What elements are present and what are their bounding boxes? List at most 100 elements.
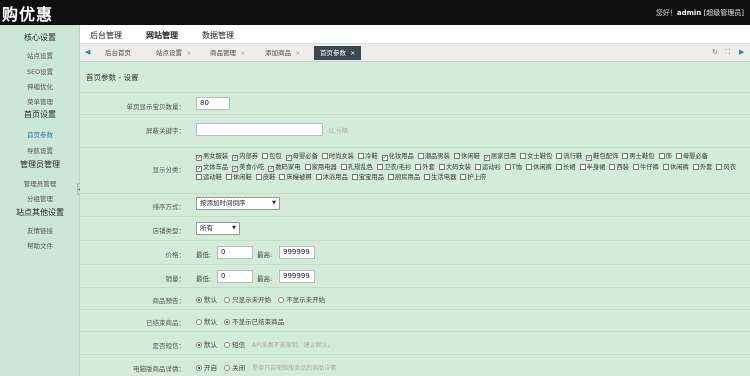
checkbox-checked-icon[interactable]: ✓ <box>285 155 292 161</box>
category-checkbox-item[interactable]: 半身裙 <box>579 163 605 174</box>
checkbox-icon[interactable] <box>658 153 665 159</box>
price-min-input[interactable]: 0 <box>217 246 253 259</box>
category-checkbox-item[interactable]: 饰 <box>658 152 672 163</box>
category-checkbox-item[interactable]: 外套 <box>415 163 435 174</box>
category-checkbox-item[interactable]: 休闲鞋 <box>454 152 480 163</box>
category-checkbox-item[interactable]: 护上府 <box>460 173 486 184</box>
category-checkbox-item[interactable]: 风衣 <box>716 163 736 174</box>
ended-option-hide[interactable]: 不显示已结束商品 <box>224 316 284 326</box>
checkbox-icon[interactable] <box>556 153 563 159</box>
checkbox-icon[interactable] <box>675 153 682 159</box>
category-checkbox-item[interactable]: 长裙 <box>555 163 576 174</box>
category-checkbox-item[interactable]: ✓ 美食小吃 <box>232 163 264 174</box>
site-logo[interactable]: 购优惠 <box>2 1 53 25</box>
tab-close-icon[interactable]: × <box>350 49 355 57</box>
preview-option-only-upcoming[interactable]: 只显示未开始 <box>224 294 271 304</box>
checkbox-icon[interactable] <box>315 174 322 181</box>
keyword-input[interactable] <box>196 123 323 136</box>
checkbox-icon[interactable] <box>424 174 431 181</box>
tab-close-icon[interactable]: × <box>240 49 245 57</box>
sidebar-item-site[interactable]: 站点设置 <box>0 50 80 60</box>
category-checkbox-item[interactable]: 牛仔裤 <box>633 163 659 174</box>
sales-max-input[interactable]: 999999 <box>279 270 315 283</box>
category-checkbox-item[interactable]: 男士鞋包 <box>622 152 655 163</box>
checkbox-icon[interactable] <box>504 163 511 170</box>
checkbox-icon[interactable] <box>415 163 422 170</box>
checkbox-checked-icon[interactable]: ✓ <box>483 155 490 161</box>
category-checkbox-item[interactable]: 生活电器 <box>424 173 456 184</box>
role-link[interactable]: [超级管理员] <box>704 9 744 17</box>
sidebar-group-core[interactable]: 核心设置 <box>0 32 80 43</box>
sidebar-item-home-params[interactable]: 首页参数 <box>0 129 80 139</box>
checkbox-icon[interactable] <box>279 174 286 181</box>
category-checkbox-item[interactable]: 母婴必备 <box>675 152 708 163</box>
category-checkbox-item[interactable]: ✓ 化妆用品 <box>381 152 414 163</box>
pc-option-on[interactable]: 开启 <box>196 362 217 372</box>
category-checkbox-item[interactable]: 女士鞋包 <box>520 152 552 163</box>
category-checkbox-item[interactable]: 休闲裤 <box>526 163 552 174</box>
checkbox-icon[interactable] <box>255 174 262 181</box>
fullscreen-icon[interactable]: ⛶ <box>725 48 730 57</box>
checkbox-checked-icon[interactable]: ✓ <box>232 155 239 161</box>
checkbox-checked-icon[interactable]: ✓ <box>268 165 275 172</box>
checkbox-checked-icon[interactable]: ✓ <box>196 165 202 172</box>
checkbox-icon[interactable] <box>321 153 328 159</box>
category-checkbox-item[interactable]: 包包 <box>262 152 282 163</box>
price-max-input[interactable]: 999999 <box>279 246 315 259</box>
category-checkbox-item[interactable]: 大码女装 <box>438 163 471 174</box>
checkbox-icon[interactable] <box>633 163 640 170</box>
tab-close-icon[interactable]: × <box>186 49 191 57</box>
checkbox-icon[interactable] <box>225 174 232 181</box>
tab-next-icon[interactable]: ▶ <box>739 48 744 56</box>
category-checkbox-item[interactable]: 休闲裤 <box>662 163 689 174</box>
category-checkbox-item[interactable]: 运动衫 <box>475 163 501 174</box>
checkbox-icon[interactable] <box>609 163 616 170</box>
sidebar-item-group[interactable]: 分组管理 <box>0 193 80 203</box>
checkbox-icon[interactable] <box>475 163 482 170</box>
checkbox-icon[interactable] <box>196 174 202 181</box>
shop-type-select[interactable]: 所有 ▼ <box>196 222 240 235</box>
tab-prev-icon[interactable]: ◀ <box>85 48 90 56</box>
checkbox-icon[interactable] <box>520 153 527 159</box>
category-checkbox-item[interactable]: 床幔被褥 <box>279 173 312 184</box>
category-checkbox-item[interactable]: 宝宝用品 <box>351 173 384 184</box>
per-page-input[interactable]: 80 <box>196 97 230 110</box>
category-checkbox-item[interactable]: T恤 <box>504 163 522 174</box>
category-checkbox-item[interactable]: 潮品男装 <box>417 152 450 163</box>
tab-site-settings[interactable]: 站点设置 × <box>156 46 191 60</box>
checkbox-icon[interactable] <box>579 163 586 170</box>
topnav-backend[interactable]: 后台管理 <box>90 30 122 41</box>
category-checkbox-item[interactable]: 厨房用品 <box>387 173 420 184</box>
checkbox-icon[interactable] <box>454 153 461 159</box>
category-checkbox-item[interactable]: 休闲鞋 <box>225 173 252 184</box>
sidebar-item-seo[interactable]: SEO设置 <box>0 66 80 76</box>
category-checkbox-item[interactable]: ✓ 鞋包配饰 <box>586 152 618 163</box>
ended-option-default[interactable]: 默认 <box>196 316 217 326</box>
checkbox-icon[interactable] <box>376 163 383 170</box>
tab-home-params[interactable]: 首页参数 × <box>314 46 362 60</box>
checkbox-checked-icon[interactable]: ✓ <box>381 155 388 161</box>
tab-add-product[interactable]: 添加商品 × <box>265 46 300 60</box>
tab-close-icon[interactable]: × <box>295 49 300 57</box>
tab-products[interactable]: 商品管理 × <box>210 46 245 60</box>
sort-select[interactable]: 按添加时间倒序 ▼ <box>196 197 280 210</box>
checkbox-icon[interactable] <box>417 153 424 159</box>
sidebar-item-help[interactable]: 帮助文件 <box>0 240 80 250</box>
category-checkbox-item[interactable]: 外套 <box>692 163 712 174</box>
preview-option-hide-upcoming[interactable]: 不显示未开始 <box>278 294 325 304</box>
topnav-site[interactable]: 网站管理 <box>146 30 178 41</box>
category-checkbox-item[interactable]: 沐浴用品 <box>315 173 348 184</box>
checkbox-icon[interactable] <box>262 153 269 159</box>
topnav-data[interactable]: 数据管理 <box>202 30 234 41</box>
category-checkbox-item[interactable]: 家用电器 <box>304 163 337 174</box>
checkbox-icon[interactable] <box>716 163 723 170</box>
sidebar-item-nav[interactable]: 导航设置 <box>0 145 80 155</box>
checkbox-icon[interactable] <box>387 174 394 181</box>
sms-option-default[interactable]: 默认 <box>196 339 217 349</box>
checkbox-checked-icon[interactable]: ✓ <box>232 165 239 172</box>
refresh-icon[interactable]: ↻ <box>712 48 718 56</box>
checkbox-icon[interactable] <box>304 163 311 170</box>
category-checkbox-item[interactable]: 流行鞋 <box>556 152 582 163</box>
checkbox-icon[interactable] <box>340 163 347 170</box>
sidebar-group-other[interactable]: 站点其他设置 <box>0 207 80 218</box>
